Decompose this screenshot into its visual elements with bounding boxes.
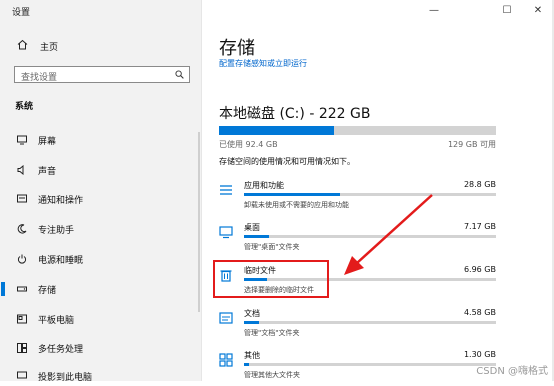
sound-icon (17, 165, 27, 175)
sidebar-item-label: 多任务处理 (38, 344, 84, 355)
sidebar: 设置 主页 查找设置 系统 屏幕 声音 通知和操作 专注助手 电源和睡眠 存储 … (0, 0, 201, 383)
power-icon (17, 254, 27, 264)
category-description: 管理其他大文件夹 (244, 371, 300, 379)
category-bar-fill (244, 321, 260, 324)
category-bar-fill (244, 363, 250, 366)
close-button[interactable]: ✕ (529, 3, 547, 17)
category-name: 桌面 (244, 223, 260, 232)
category-bar (244, 235, 496, 238)
minimize-button[interactable]: — (425, 3, 443, 17)
category-description: 卸载未使用或不需要的应用和功能 (244, 201, 349, 209)
section-title-system: 系统 (15, 102, 34, 112)
category-apps[interactable]: 应用和功能 28.8 GB 卸载未使用或不需要的应用和功能 (219, 180, 496, 216)
drive-used-label: 已使用 92.4 GB (219, 140, 278, 149)
category-bar (244, 363, 496, 366)
notification-icon (17, 194, 27, 204)
maximize-button[interactable]: ☐ (498, 3, 516, 17)
desktop-icon (219, 226, 233, 239)
sidebar-item-label: 声音 (38, 166, 57, 177)
sidebar-scrollbar[interactable] (198, 132, 200, 312)
drive-usage-fill (219, 126, 335, 135)
category-description: 管理"桌面"文件夹 (244, 243, 300, 251)
category-size: 6.96 GB (463, 265, 496, 274)
project-icon (17, 371, 27, 381)
highlight-box (213, 260, 329, 298)
other-icon (219, 353, 233, 367)
watermark: CSDN @嗨格式 (476, 366, 548, 377)
home-label: 主页 (40, 42, 59, 53)
drive-title: 本地磁盘 (C:) - 222 GB (219, 106, 371, 122)
category-bar (244, 193, 496, 196)
window-title: 设置 (12, 8, 31, 18)
main-panel: — ☐ ✕ 存储 配置存储感知或立即运行 本地磁盘 (C:) - 222 GB … (201, 0, 554, 381)
sidebar-item-label: 存储 (38, 285, 57, 296)
storage-icon (17, 284, 27, 294)
page-title: 存储 (219, 38, 255, 59)
category-size: 28.8 GB (463, 180, 496, 189)
usage-description: 存储空间的使用情况和可用情况如下。 (219, 157, 355, 166)
sidebar-item-multitasking[interactable]: 多任务处理 (17, 339, 83, 357)
home-icon (17, 39, 28, 53)
sidebar-item-tablet[interactable]: 平板电脑 (17, 310, 74, 328)
display-icon (17, 135, 27, 145)
sidebar-item-label: 电源和睡眠 (38, 255, 84, 266)
search-placeholder: 查找设置 (21, 73, 58, 83)
apps-icon (220, 185, 232, 195)
sidebar-item-project[interactable]: 投影到此电脑 (17, 367, 92, 385)
home-link[interactable]: 主页 (17, 39, 58, 53)
configure-storage-sense-link[interactable]: 配置存储感知或立即运行 (219, 58, 307, 69)
category-name: 其他 (244, 351, 260, 360)
category-size: 7.17 GB (463, 222, 496, 231)
category-documents[interactable]: 文档 4.58 GB 管理"文档"文件夹 (219, 308, 496, 344)
sidebar-item-label: 屏幕 (38, 136, 57, 147)
sidebar-item-label: 通知和操作 (38, 195, 84, 206)
sidebar-item-focus-assist[interactable]: 专注助手 (17, 220, 74, 238)
sidebar-item-sound[interactable]: 声音 (17, 161, 56, 179)
sidebar-item-storage[interactable]: 存储 (17, 280, 56, 298)
category-size: 1.30 GB (463, 350, 496, 359)
document-icon (219, 312, 233, 324)
category-desktop[interactable]: 桌面 7.17 GB 管理"桌面"文件夹 (219, 222, 496, 258)
sidebar-item-label: 平板电脑 (38, 315, 75, 326)
tablet-icon (17, 314, 27, 324)
sidebar-item-label: 专注助手 (38, 225, 75, 236)
drive-usage-bar (219, 126, 496, 135)
category-description: 管理"文档"文件夹 (244, 329, 300, 337)
category-bar (244, 321, 496, 324)
category-name: 应用和功能 (244, 181, 284, 190)
search-input[interactable]: 查找设置 (14, 66, 190, 83)
category-name: 文档 (244, 309, 260, 318)
sidebar-item-power[interactable]: 电源和睡眠 (17, 250, 83, 268)
active-indicator (1, 282, 5, 296)
category-bar-fill (244, 235, 270, 238)
search-icon[interactable] (175, 70, 184, 79)
category-size: 4.58 GB (463, 308, 496, 317)
sidebar-item-display[interactable]: 屏幕 (17, 131, 56, 149)
focus-assist-icon (17, 224, 27, 234)
multitask-icon (17, 343, 27, 353)
drive-free-label: 129 GB 可用 (447, 140, 496, 149)
sidebar-item-notifications[interactable]: 通知和操作 (17, 190, 83, 208)
settings-window: 设置 主页 查找设置 系统 屏幕 声音 通知和操作 专注助手 电源和睡眠 存储 … (0, 0, 554, 383)
category-bar-fill (244, 193, 340, 196)
